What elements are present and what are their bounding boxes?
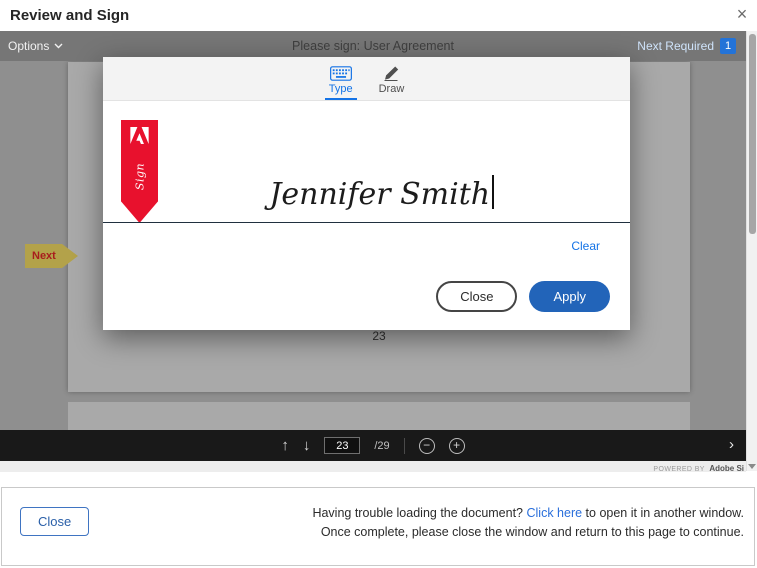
next-required-control[interactable]: Next Required 1 [637,38,736,54]
help-line1-suffix: to open it in another window. [582,506,744,520]
signature-baseline [103,222,630,223]
options-menu[interactable]: Options [8,39,63,53]
document-next-page [68,402,690,430]
signature-dialog-body: Sign Jennifer Smith Clear Close Apply [103,101,630,329]
powered-by-label: POWERED BY [653,466,704,473]
help-line1-prefix: Having trouble loading the document? [312,506,526,520]
adobe-logo-icon [130,127,149,144]
powered-by-strip: POWERED BY Adobe Si [0,461,746,472]
toolbar-divider [404,438,405,454]
click-here-link[interactable]: Click here [527,506,583,520]
next-page-icon[interactable]: ↓ [303,437,311,454]
footer-close-button[interactable]: Close [20,507,89,536]
text-cursor [492,175,494,209]
dialog-close-button[interactable]: Close [436,281,517,312]
apply-signature-button[interactable]: Apply [529,281,610,312]
toolbar-right-chevron-icon[interactable]: › [729,436,734,453]
dialog-actions: Close Apply [436,281,610,312]
tab-type-label: Type [329,83,353,95]
clear-signature-link[interactable]: Clear [571,239,600,253]
page-number-input[interactable] [324,437,360,454]
scrollbar-thumb[interactable] [749,34,756,234]
keyboard-icon [330,66,352,81]
tab-draw-label: Draw [379,83,405,95]
total-pages-label: /29 [374,440,389,452]
footer-help-text: Having trouble loading the document? Cli… [312,504,744,542]
signature-dialog: Type Draw Sign [103,57,630,330]
options-label: Options [8,39,49,53]
pen-icon [382,66,400,81]
signature-text: Jennifer Smith [269,177,490,212]
vertical-scrollbar[interactable] [746,31,757,471]
chevron-down-icon [54,43,63,49]
zoom-in-icon[interactable]: + [449,438,465,454]
tab-type[interactable]: Type [325,57,357,100]
adobe-sign-brand: Adobe Si [709,464,744,473]
sign-prompt: Please sign: User Agreement [292,39,454,53]
ribbon-sign-label: Sign [133,163,146,190]
next-required-count-badge: 1 [720,38,736,54]
typed-signature-field[interactable]: Jennifer Smith [163,175,600,212]
window-title: Review and Sign [10,7,129,24]
footer-help-line1: Having trouble loading the document? Cli… [312,504,744,523]
scrollbar-down-arrow-icon[interactable] [748,464,756,469]
footer-help-line2: Once complete, please close the window a… [312,523,744,542]
review-and-sign-window: Review and Sign × Options Please sign: U… [0,0,757,568]
host-page-footer: Close Having trouble loading the documen… [1,487,755,566]
adobe-sign-ribbon: Sign [121,120,158,223]
window-header: Review and Sign × [0,0,757,31]
previous-page-icon[interactable]: ↑ [281,437,289,454]
tab-draw[interactable]: Draw [375,57,409,100]
signature-tabs: Type Draw [103,57,630,101]
zoom-out-icon[interactable]: − [419,438,435,454]
next-required-label: Next Required [637,39,714,53]
close-icon[interactable]: × [732,4,752,25]
pdf-pager-toolbar: ↑ ↓ /29 − + › [0,430,746,461]
page-number-label: 23 [68,329,690,343]
